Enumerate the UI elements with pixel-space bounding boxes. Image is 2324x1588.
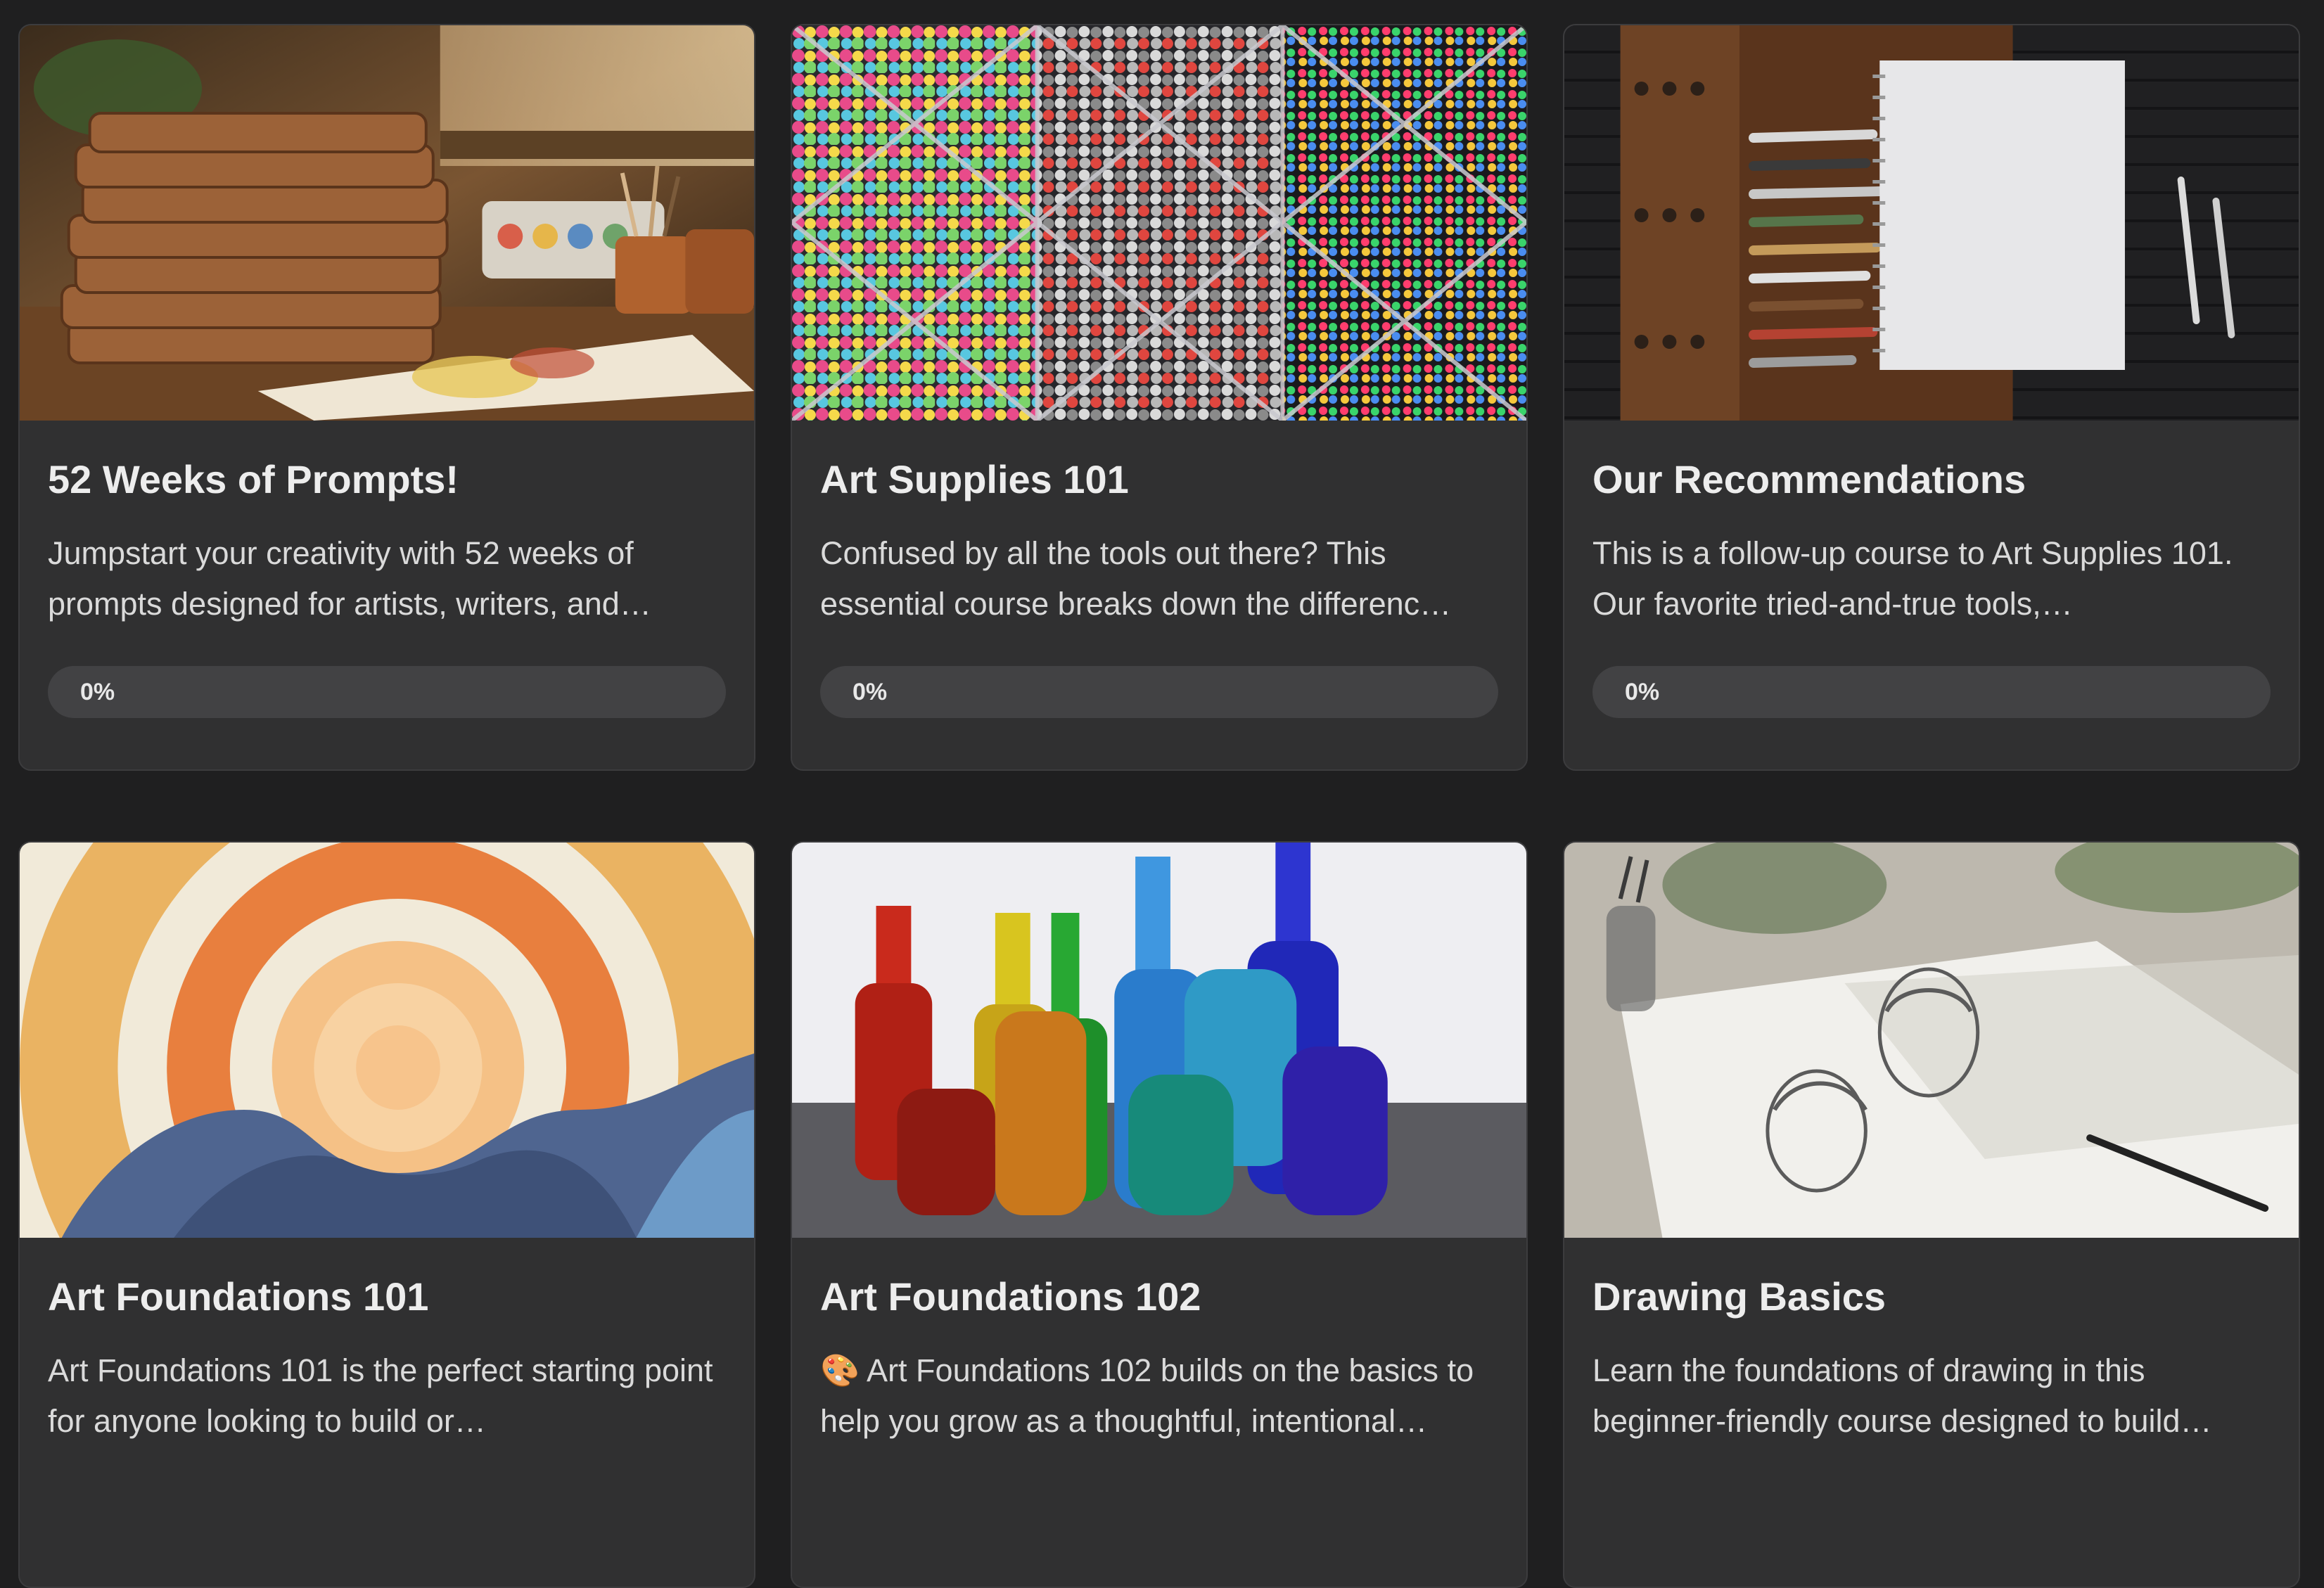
course-progress-bar: 0% bbox=[1592, 666, 2271, 719]
course-card[interactable]: Our Recommendations This is a follow-up … bbox=[1563, 24, 2300, 771]
course-card[interactable]: Art Foundations 101 Art Foundations 101 … bbox=[18, 841, 755, 1588]
course-thumbnail-watercolor-sun[interactable] bbox=[20, 843, 754, 1238]
progress-label: 0% bbox=[80, 679, 115, 706]
course-description: 🎨 Art Foundations 102 builds on the basi… bbox=[820, 1352, 1474, 1440]
course-description: This is a follow-up course to Art Suppli… bbox=[1592, 535, 2233, 622]
course-description: Learn the foundations of drawing in this… bbox=[1592, 1352, 2212, 1440]
course-grid: 52 Weeks of Prompts! Jumpstart your crea… bbox=[18, 24, 2300, 1588]
course-title[interactable]: 52 Weeks of Prompts! bbox=[48, 456, 726, 503]
course-progress-bar: 0% bbox=[820, 666, 1498, 719]
course-card[interactable]: Art Supplies 101 Confused by all the too… bbox=[791, 24, 1528, 771]
course-title[interactable]: Drawing Basics bbox=[1592, 1273, 2271, 1320]
course-thumbnail-sketchbook[interactable] bbox=[1564, 25, 2299, 421]
course-progress-bar: 0% bbox=[48, 666, 726, 719]
course-title[interactable]: Art Foundations 102 bbox=[820, 1273, 1498, 1320]
course-thumbnail-glass-bottles[interactable] bbox=[792, 843, 1526, 1238]
course-thumbnail-markers[interactable] bbox=[792, 25, 1526, 421]
course-description: Jumpstart your creativity with 52 weeks … bbox=[48, 535, 651, 622]
course-card[interactable]: 52 Weeks of Prompts! Jumpstart your crea… bbox=[18, 24, 755, 771]
progress-label: 0% bbox=[853, 679, 888, 706]
progress-label: 0% bbox=[1625, 679, 1660, 706]
course-thumbnail-sketchbooks[interactable] bbox=[20, 25, 754, 421]
course-thumbnail-portrait-sketches[interactable] bbox=[1564, 843, 2299, 1238]
course-description: Art Foundations 101 is the perfect start… bbox=[48, 1352, 713, 1440]
course-title[interactable]: Art Supplies 101 bbox=[820, 456, 1498, 503]
course-description: Confused by all the tools out there? Thi… bbox=[820, 535, 1452, 622]
course-title[interactable]: Our Recommendations bbox=[1592, 456, 2271, 503]
course-card[interactable]: Drawing Basics Learn the foundations of … bbox=[1563, 841, 2300, 1588]
course-card[interactable]: Art Foundations 102 🎨 Art Foundations 10… bbox=[791, 841, 1528, 1588]
course-title[interactable]: Art Foundations 101 bbox=[48, 1273, 726, 1320]
